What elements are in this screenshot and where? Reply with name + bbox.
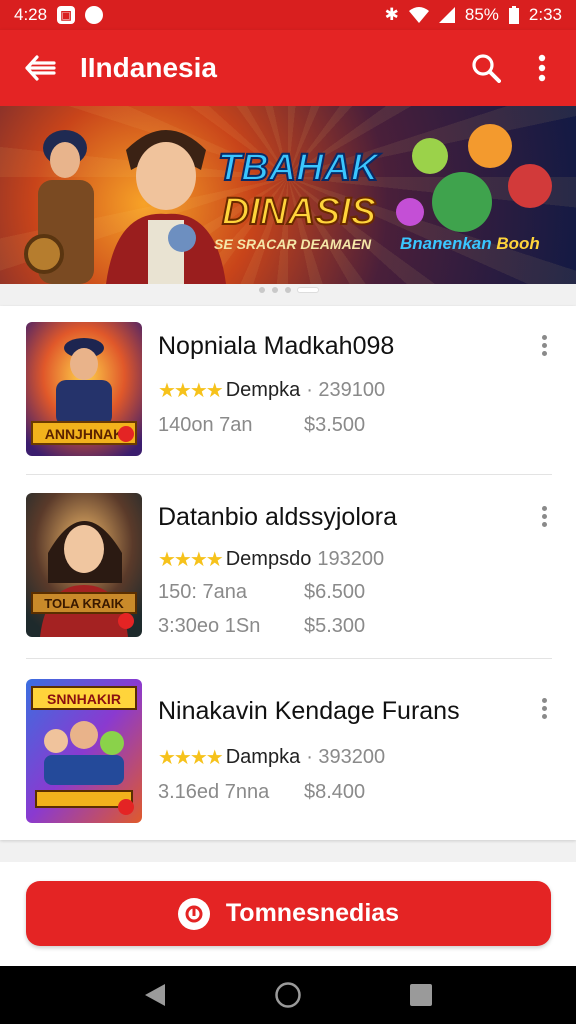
app-list: ANNJHNAK Nopniala Madkah098 ★★★★ Dempka … <box>0 306 576 840</box>
primary-action-label: Tomnesnedias <box>225 899 400 927</box>
app-price: $8.400 <box>304 781 366 803</box>
nav-home-icon[interactable] <box>274 981 302 1009</box>
more-vert-icon <box>538 54 546 82</box>
app-thumbnail[interactable]: SNNHAKIR <box>26 679 142 823</box>
app-rating-row: ★★★★ Dampka · 393200 <box>158 745 385 770</box>
app-rating-row: ★★★★ Dempka · 239100 <box>158 378 385 403</box>
app-thumbnail-art: SNNHAKIR <box>26 679 142 823</box>
bottom-action-bar: Tomnesnedias <box>0 862 576 966</box>
status-bar: 4:28 ▣ ✱ 85% 2:33 <box>0 0 576 30</box>
page-dot[interactable] <box>284 287 291 293</box>
download-count: · 239100 <box>306 379 386 401</box>
banner-badge-text2: Booh <box>496 234 540 253</box>
app-meta: 150: 7ana <box>158 581 247 603</box>
app-thumbnail-art: TOLA KRAIK <box>26 493 142 637</box>
banner-title-line2: DINASIS <box>222 191 376 233</box>
item-more-button[interactable] <box>534 330 554 360</box>
download-count: · 393200 <box>306 746 386 768</box>
download-count: 193200 <box>317 548 385 570</box>
app-price: $5.300 <box>304 615 366 637</box>
promo-banner[interactable]: TBAHAK DINASIS SE SRACAR DEAMAEN Bnanenk… <box>0 106 576 284</box>
app-bar: IIndanesia <box>0 30 576 106</box>
battery-percent: 85% <box>464 5 499 24</box>
thumbnail-label: TOLA KRAIK <box>44 596 124 611</box>
overflow-menu-button[interactable] <box>514 30 570 106</box>
banner-page-indicator <box>0 284 576 296</box>
system-nav-bar <box>0 966 576 1024</box>
app-notification-icon: ▣ <box>57 6 76 24</box>
banner-subtitle: SE SRACAR DEAMAEN <box>214 236 372 252</box>
list-item[interactable]: SNNHAKIR Ninakavin Kendage Furans ★★★★ D… <box>0 659 576 840</box>
app-price: $6.500 <box>304 581 366 603</box>
nav-recents-icon[interactable] <box>409 983 433 1007</box>
banner-hero-soldier-image <box>24 130 94 284</box>
banner-badge: Bnanenkan Booh <box>400 234 540 254</box>
app-name[interactable]: Nopniala Madkah098 <box>158 332 394 361</box>
banner-badge-text1: Bnanenkan <box>400 234 497 253</box>
primary-action-button[interactable]: Tomnesnedias <box>26 881 551 946</box>
bluetooth-icon: ✱ <box>384 5 399 24</box>
list-item[interactable]: ANNJHNAK Nopniala Madkah098 ★★★★ Dempka … <box>0 306 576 474</box>
rating-stars: ★★★★ <box>158 549 224 571</box>
wifi-icon <box>408 7 429 23</box>
app-meta: 140on 7an <box>158 414 253 436</box>
chat-notification-icon <box>85 6 104 24</box>
banner-logo-art: TBAHAK DINASIS <box>217 146 382 234</box>
app-meta: 3.16ed 7nna <box>158 781 270 803</box>
rating-stars: ★★★★ <box>158 380 224 402</box>
nav-back-icon[interactable] <box>143 982 167 1008</box>
developer-name: Dempka <box>225 379 301 401</box>
item-more-button[interactable] <box>534 693 554 723</box>
back-button[interactable] <box>0 30 80 106</box>
download-icon <box>177 897 210 930</box>
banner-title-line1: TBAHAK <box>218 147 381 189</box>
signal-icon <box>438 7 455 23</box>
app-name[interactable]: Datanbio aldssyjolora <box>158 503 397 532</box>
page-dot-active[interactable] <box>297 288 318 292</box>
app-thumbnail[interactable]: TOLA KRAIK <box>26 493 142 637</box>
status-time-left: 4:28 <box>14 5 48 24</box>
app-thumbnail-art: ANNJHNAK <box>26 322 142 456</box>
developer-name: Dampka <box>225 746 301 768</box>
status-right: ✱ 85% 2:33 <box>385 5 562 25</box>
search-icon <box>472 54 501 83</box>
developer-name: Dempsdo <box>225 548 312 570</box>
page-dot[interactable] <box>258 287 265 293</box>
app-meta: 3:30eo 1Sn <box>158 615 261 637</box>
page-dot[interactable] <box>271 287 278 293</box>
app-thumbnail[interactable]: ANNJHNAK <box>26 322 142 456</box>
item-more-button[interactable] <box>534 501 554 531</box>
app-price: $3.500 <box>304 414 366 436</box>
battery-icon <box>508 6 519 24</box>
rating-stars: ★★★★ <box>158 747 224 769</box>
page-title: IIndanesia <box>80 52 217 83</box>
status-left: 4:28 ▣ <box>14 5 104 25</box>
search-button[interactable] <box>458 30 514 106</box>
thumbnail-label: ANNJHNAK <box>45 426 124 442</box>
back-arrow-icon <box>25 55 56 81</box>
thumbnail-label: SNNHAKIR <box>47 691 121 707</box>
app-rating-row: ★★★★ Dempsdo 193200 <box>158 547 384 572</box>
status-time-right: 2:33 <box>528 5 562 24</box>
app-name[interactable]: Ninakavin Kendage Furans <box>158 697 460 726</box>
list-item[interactable]: TOLA KRAIK Datanbio aldssyjolora ★★★★ De… <box>0 475 576 659</box>
